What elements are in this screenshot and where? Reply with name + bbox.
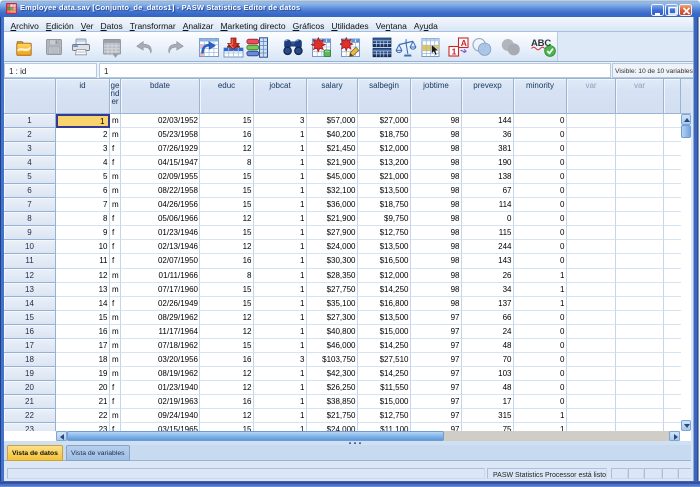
svg-text:1: 1 [452,46,457,56]
svg-text:A: A [461,38,467,48]
